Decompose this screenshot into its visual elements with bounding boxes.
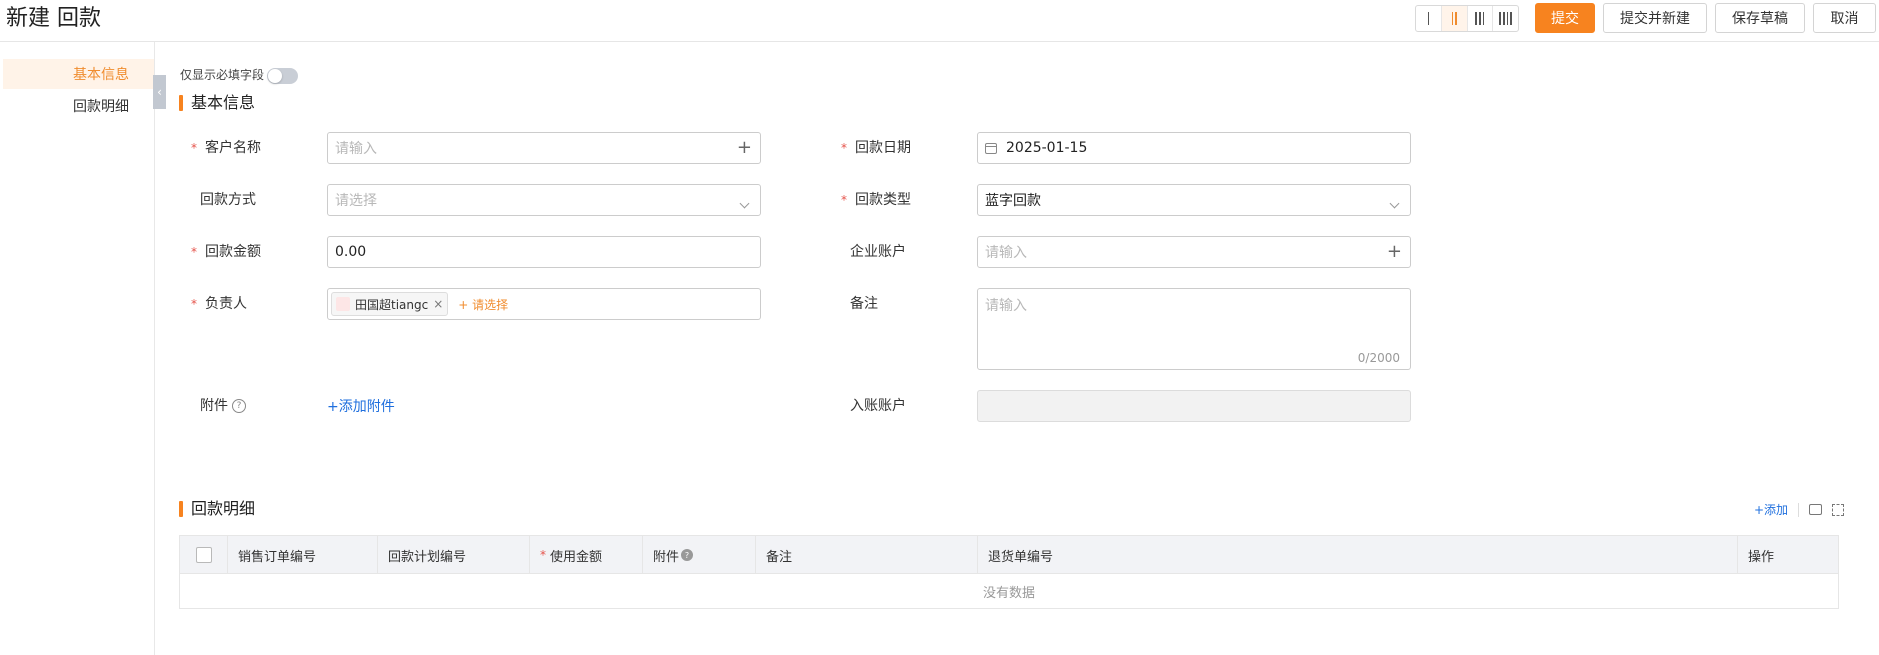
entry-account-label: 入账账户	[850, 398, 906, 414]
remark-label: 备注	[850, 296, 878, 312]
two-column-button[interactable]	[1441, 6, 1468, 31]
required-mark: *	[191, 245, 197, 259]
required-mark: *	[191, 297, 197, 311]
plus-icon[interactable]: +	[737, 139, 752, 157]
four-column-button[interactable]	[1493, 6, 1518, 31]
owner-tag: 田国超tiangc ×	[331, 292, 449, 316]
submit-and-new-button[interactable]: 提交并新建	[1603, 3, 1707, 33]
calendar-icon	[985, 142, 997, 154]
help-icon[interactable]: ?	[232, 399, 246, 413]
close-icon[interactable]: ×	[433, 297, 443, 311]
entry-account-input	[977, 390, 1411, 422]
section-title-payment-detail: 回款明细	[179, 499, 255, 519]
char-counter: 0/2000	[1357, 351, 1400, 365]
pay-method-select[interactable]: 请选择	[327, 184, 761, 216]
fullscreen-icon[interactable]	[1832, 503, 1845, 516]
pay-type-label: * 回款类型	[841, 192, 911, 208]
help-icon[interactable]: ?	[681, 549, 694, 561]
owner-label: * 负责人	[191, 296, 247, 312]
required-mark: *	[841, 141, 847, 155]
three-column-button[interactable]	[1468, 6, 1494, 31]
one-column-button[interactable]	[1416, 6, 1442, 31]
customer-input[interactable]: 请输入 +	[327, 132, 761, 164]
section-nav: 基本信息 回款明细	[0, 42, 155, 655]
page-header: 新建 回款 提交 提交并新建 保存草稿 取消	[0, 0, 1879, 42]
pay-date-picker[interactable]: 2025-01-15	[977, 132, 1411, 164]
column-return-no: 退货单编号	[978, 536, 1738, 574]
column-sales-order-no: 销售订单编号	[228, 536, 378, 574]
required-only-switch[interactable]	[267, 68, 298, 84]
pay-date-label: * 回款日期	[841, 140, 911, 156]
two-column-icon	[1451, 12, 1457, 25]
switch-knob	[268, 69, 282, 83]
company-account-label: 企业账户	[850, 244, 906, 260]
column-actions: 操作	[1748, 549, 1775, 565]
select-all-checkbox[interactable]	[195, 547, 212, 563]
nav-item-basic-info[interactable]: 基本信息	[3, 59, 154, 89]
header-select	[180, 536, 228, 574]
empty-state: 没有数据	[982, 586, 1035, 601]
three-column-icon	[1475, 12, 1485, 25]
section-title-basic-info: 基本信息	[179, 93, 255, 113]
payment-detail-table: 销售订单编号 回款计划编号 * 使用金额 附件 ? 备注 退货单编号 操作 没有数…	[179, 535, 1839, 609]
column-layout-switcher	[1415, 5, 1519, 32]
column-plan-no: 回款计划编号	[378, 536, 530, 574]
plus-icon[interactable]: +	[1387, 243, 1402, 261]
amount-label: * 回款金额	[191, 244, 261, 260]
owner-picker[interactable]: 田国超tiangc × + 请选择	[327, 288, 761, 320]
add-owner-link[interactable]: + 请选择	[458, 296, 508, 313]
required-mark: *	[191, 141, 197, 155]
chevron-down-icon	[1389, 193, 1400, 211]
save-draft-button[interactable]: 保存草稿	[1715, 3, 1805, 33]
add-attachment-link[interactable]: +添加附件	[327, 396, 395, 416]
cancel-button[interactable]: 取消	[1813, 3, 1876, 33]
remark-textarea[interactable]: 请输入 0/2000	[977, 288, 1411, 370]
add-row-link[interactable]: +添加	[1754, 501, 1788, 518]
amount-input[interactable]: 0.00	[327, 236, 761, 268]
required-mark: *	[540, 548, 546, 562]
required-only-label: 仅显示必填字段	[180, 68, 265, 82]
attachment-label: 附件 ?	[200, 396, 246, 416]
nav-item-payment-detail[interactable]: 回款明细	[3, 91, 154, 121]
table-header: 销售订单编号 回款计划编号 * 使用金额 附件 ? 备注 退货单编号 操作	[180, 536, 1838, 574]
company-account-input[interactable]: 请输入 +	[977, 236, 1411, 268]
four-column-icon	[1499, 12, 1512, 25]
divider	[1798, 502, 1800, 517]
table-toolbar: +添加	[1754, 501, 1845, 518]
table-settings-icon[interactable]	[1809, 504, 1823, 515]
page-title: 新建 回款	[6, 6, 101, 31]
avatar-icon	[336, 297, 350, 311]
one-column-icon	[1427, 12, 1430, 25]
submit-button[interactable]: 提交	[1535, 3, 1595, 33]
sidebar-collapse-button[interactable]: ‹	[153, 75, 166, 109]
column-remark: 备注	[756, 536, 978, 574]
chevron-left-icon: ‹	[157, 85, 162, 99]
required-mark: *	[841, 193, 847, 207]
pay-method-label: 回款方式	[200, 192, 256, 208]
customer-label: * 客户名称	[191, 140, 261, 156]
chevron-down-icon	[739, 193, 750, 211]
pay-type-select[interactable]: 蓝字回款	[977, 184, 1411, 216]
column-used-amount: * 使用金额	[530, 536, 643, 574]
column-attachment: 附件 ?	[643, 536, 756, 574]
